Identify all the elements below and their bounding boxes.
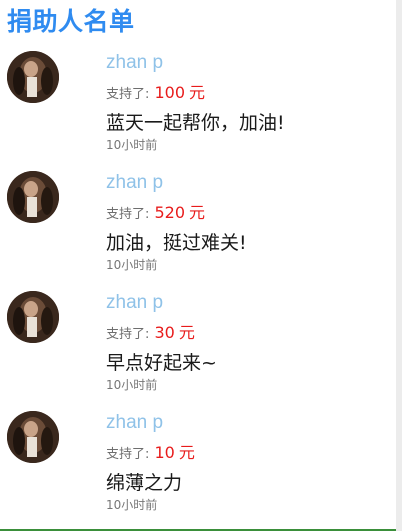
avatar-image-icon [7, 171, 59, 223]
support-line: 支持了: 10 元 [106, 441, 195, 467]
donor-message: 绵薄之力 [106, 472, 183, 494]
support-label: 支持了: [106, 447, 150, 462]
donation-amount: 520 [154, 203, 186, 222]
currency-label: 元 [178, 323, 195, 342]
support-line: 支持了: 520 元 [106, 201, 205, 227]
donor-name: zhan p [106, 172, 164, 193]
support-label: 支持了: [106, 327, 150, 342]
donation-time: 10小时前 [106, 378, 158, 392]
support-label: 支持了: [106, 207, 150, 222]
donor-entry: zhan p 支持了: 10 元 绵薄之力 10小时前 [0, 410, 396, 530]
donor-message: 加油，挺过难关! [106, 232, 247, 254]
donor-avatar[interactable] [7, 411, 59, 463]
donation-amount: 10 [154, 443, 175, 462]
donor-entry: zhan p 支持了: 100 元 蓝天一起帮你，加油! 10小时前 [0, 50, 396, 170]
donor-message: 蓝天一起帮你，加油! [106, 112, 285, 134]
currency-label: 元 [189, 203, 206, 222]
donor-entry: zhan p 支持了: 520 元 加油，挺过难关! 10小时前 [0, 170, 396, 290]
avatar-image-icon [7, 411, 59, 463]
support-label: 支持了: [106, 87, 150, 102]
donation-time: 10小时前 [106, 138, 158, 152]
donor-avatar[interactable] [7, 51, 59, 103]
currency-label: 元 [189, 83, 206, 102]
donor-name: zhan p [106, 292, 164, 313]
donor-message: 早点好起来~ [106, 352, 217, 374]
donation-time: 10小时前 [106, 258, 158, 272]
avatar-image-icon [7, 291, 59, 343]
donor-entry: zhan p 支持了: 30 元 早点好起来~ 10小时前 [0, 290, 396, 410]
support-line: 支持了: 30 元 [106, 321, 195, 347]
donation-amount: 100 [154, 83, 186, 102]
donor-avatar[interactable] [7, 171, 59, 223]
page-title: 捐助人名单 [7, 7, 135, 36]
donation-time: 10小时前 [106, 498, 158, 512]
donor-name: zhan p [106, 412, 164, 433]
donor-avatar[interactable] [7, 291, 59, 343]
support-line: 支持了: 100 元 [106, 81, 205, 107]
donor-list-page: 捐助人名单 zhan p 支持了: 100元 蓝天一起帮你，加油! 10小时前 [0, 0, 402, 531]
donation-amount: 30 [154, 323, 175, 342]
donor-name: zhan p [106, 52, 164, 73]
avatar-image-icon [7, 51, 59, 103]
currency-label: 元 [178, 443, 195, 462]
